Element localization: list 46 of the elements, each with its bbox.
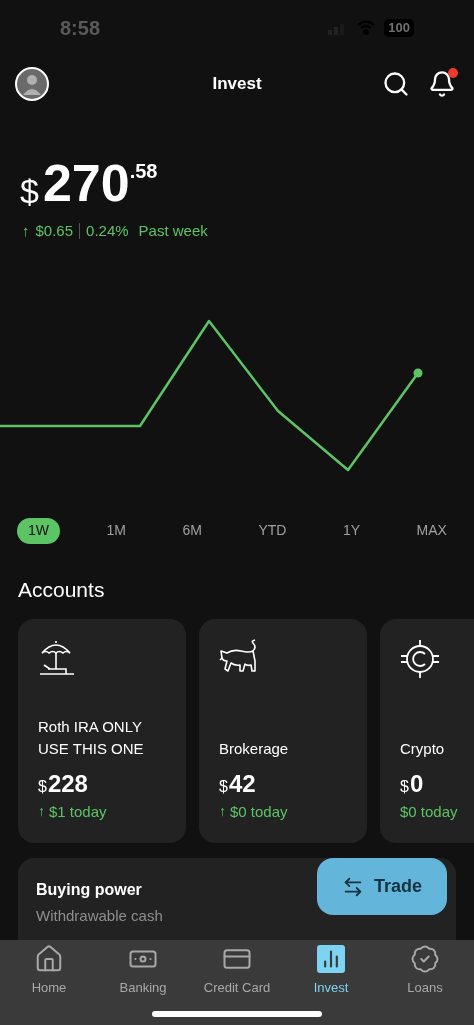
buying-power-card[interactable]: Buying power Withdrawable cash Trade: [18, 858, 456, 940]
change-period: Past week: [138, 221, 208, 241]
up-arrow-icon: ↑: [219, 801, 226, 823]
beach-umbrella-icon: [38, 639, 74, 677]
badge-check-icon: [410, 944, 440, 974]
up-arrow-icon: ↑: [38, 801, 45, 823]
range-tab[interactable]: YTD: [248, 517, 297, 544]
account-change: $1 today: [49, 801, 107, 822]
change-amount: $0.65: [35, 221, 74, 241]
account-balance: $0: [400, 769, 425, 799]
page-title: Invest: [212, 72, 262, 95]
account-balance: $228: [38, 769, 89, 799]
search-button[interactable]: [382, 69, 410, 98]
tab-bar-item[interactable]: Loans: [380, 944, 470, 998]
buying-power-subtitle: Withdrawable cash: [36, 906, 163, 926]
tab-bar-item[interactable]: Invest: [286, 944, 376, 998]
trade-floating-button[interactable]: Trade: [317, 858, 447, 915]
buying-power-title: Buying power: [36, 880, 142, 900]
range-tab[interactable]: MAX: [406, 517, 457, 544]
range-tab[interactable]: 1Y: [332, 517, 371, 544]
account-name: Crypto: [400, 738, 446, 759]
battery-level: 100: [384, 18, 414, 37]
notifications-button[interactable]: [428, 69, 456, 98]
range-tab[interactable]: 1M: [96, 517, 136, 544]
account-card[interactable]: Crypto $0 $0 today: [380, 619, 474, 843]
range-tab[interactable]: 1W: [17, 517, 60, 544]
account-change: $0 today: [400, 801, 458, 822]
home-icon: [34, 944, 64, 974]
swap-arrows-icon: [342, 875, 364, 898]
section-heading: Accounts: [17, 576, 106, 603]
account-balance: $42: [219, 769, 257, 799]
coin-icon: [400, 639, 440, 679]
change-percent: 0.24%: [86, 221, 129, 241]
bar-chart-icon: [317, 945, 345, 973]
account-name: Brokerage: [219, 738, 290, 759]
account-card[interactable]: Roth IRA ONLY USE THIS ONE $228 ↑ $1 today: [18, 619, 186, 843]
status-time: 8:58: [60, 15, 101, 41]
tab-bar-item[interactable]: Credit Card: [192, 944, 282, 998]
tab-bar-item[interactable]: Banking: [98, 944, 188, 998]
account-name: Roth IRA ONLY USE THIS ONE: [38, 716, 145, 759]
avatar[interactable]: [15, 66, 49, 101]
tab-bar-item[interactable]: Home: [4, 944, 94, 998]
up-arrow-icon: ↑: [22, 220, 30, 243]
account-card[interactable]: Brokerage $42 ↑ $0 today: [199, 619, 367, 843]
account-change: $0 today: [230, 801, 288, 822]
range-tab[interactable]: 6M: [172, 517, 212, 544]
